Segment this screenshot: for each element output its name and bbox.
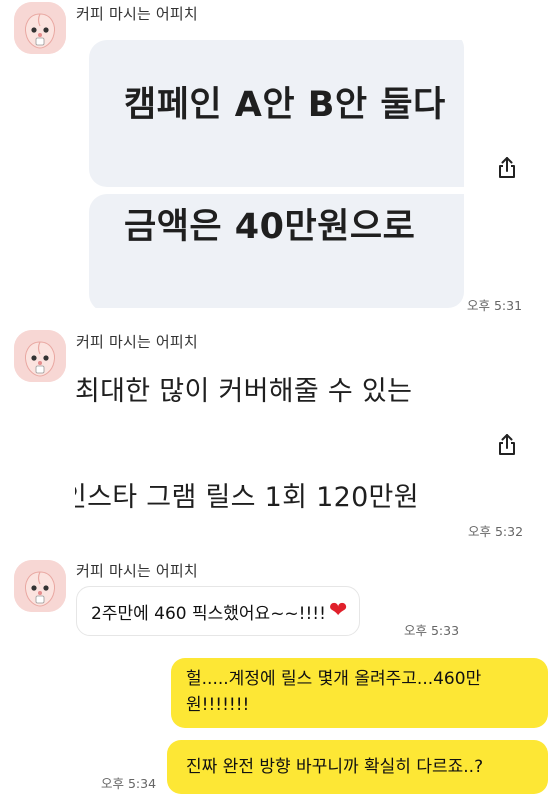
message-text: 헐.....계정에 릴스 몇개 올려주고...460만원!!!!!!! (186, 669, 482, 715)
image-text: 금액은 40만원으로 (124, 207, 416, 247)
share-button[interactable] (494, 432, 520, 458)
image-text: 최대한 많이 커버해줄 수 있는 (75, 376, 413, 407)
sender-name: 커피 마시는 어피치 (76, 5, 198, 23)
image-text: 인스타 그램 릴스 1회 120만원 (75, 482, 419, 513)
message-time: 오후 5:31 (467, 298, 523, 313)
apeach-avatar-icon (14, 2, 66, 54)
message-bubble-sent[interactable]: 헐.....계정에 릴스 몇개 올려주고...460만원!!!!!!! (171, 658, 548, 728)
image-message-1[interactable]: 캠페인 A안 B안 둘다 금액은 40만원으로 (75, 32, 464, 308)
message-time: 오후 5:33 (404, 623, 460, 638)
sender-name: 커피 마시는 어피치 (76, 562, 198, 580)
sender-avatar[interactable] (14, 2, 66, 54)
message-text: 진짜 완전 방향 바꾸니까 확실히 다르죠..? (186, 757, 484, 777)
share-icon (499, 434, 515, 455)
share-button[interactable] (494, 155, 520, 181)
apeach-avatar-icon (14, 560, 66, 612)
message-text: 2주만에 460 픽스했어요~~!!!! (91, 603, 326, 624)
image-message-2[interactable]: 최대한 많이 커버해줄 수 있는 인스타 그램 릴스 1회 120만원 (75, 357, 462, 537)
sender-avatar[interactable] (14, 330, 66, 382)
message-time: 오후 5:32 (468, 524, 524, 539)
message-time: 오후 5:34 (101, 776, 157, 791)
message-bubble-sent[interactable]: 진짜 완전 방향 바꾸니까 확실히 다르죠..? (167, 740, 548, 794)
heart-emoji-icon: ❤ (328, 598, 348, 623)
sender-name: 커피 마시는 어피치 (76, 333, 198, 351)
share-icon (499, 157, 515, 178)
sender-avatar[interactable] (14, 560, 66, 612)
image-text: 캠페인 A안 B안 둘다 (124, 85, 446, 125)
apeach-avatar-icon (14, 330, 66, 382)
message-bubble-received[interactable]: 2주만에 460 픽스했어요~~!!!! ❤ (76, 586, 361, 636)
